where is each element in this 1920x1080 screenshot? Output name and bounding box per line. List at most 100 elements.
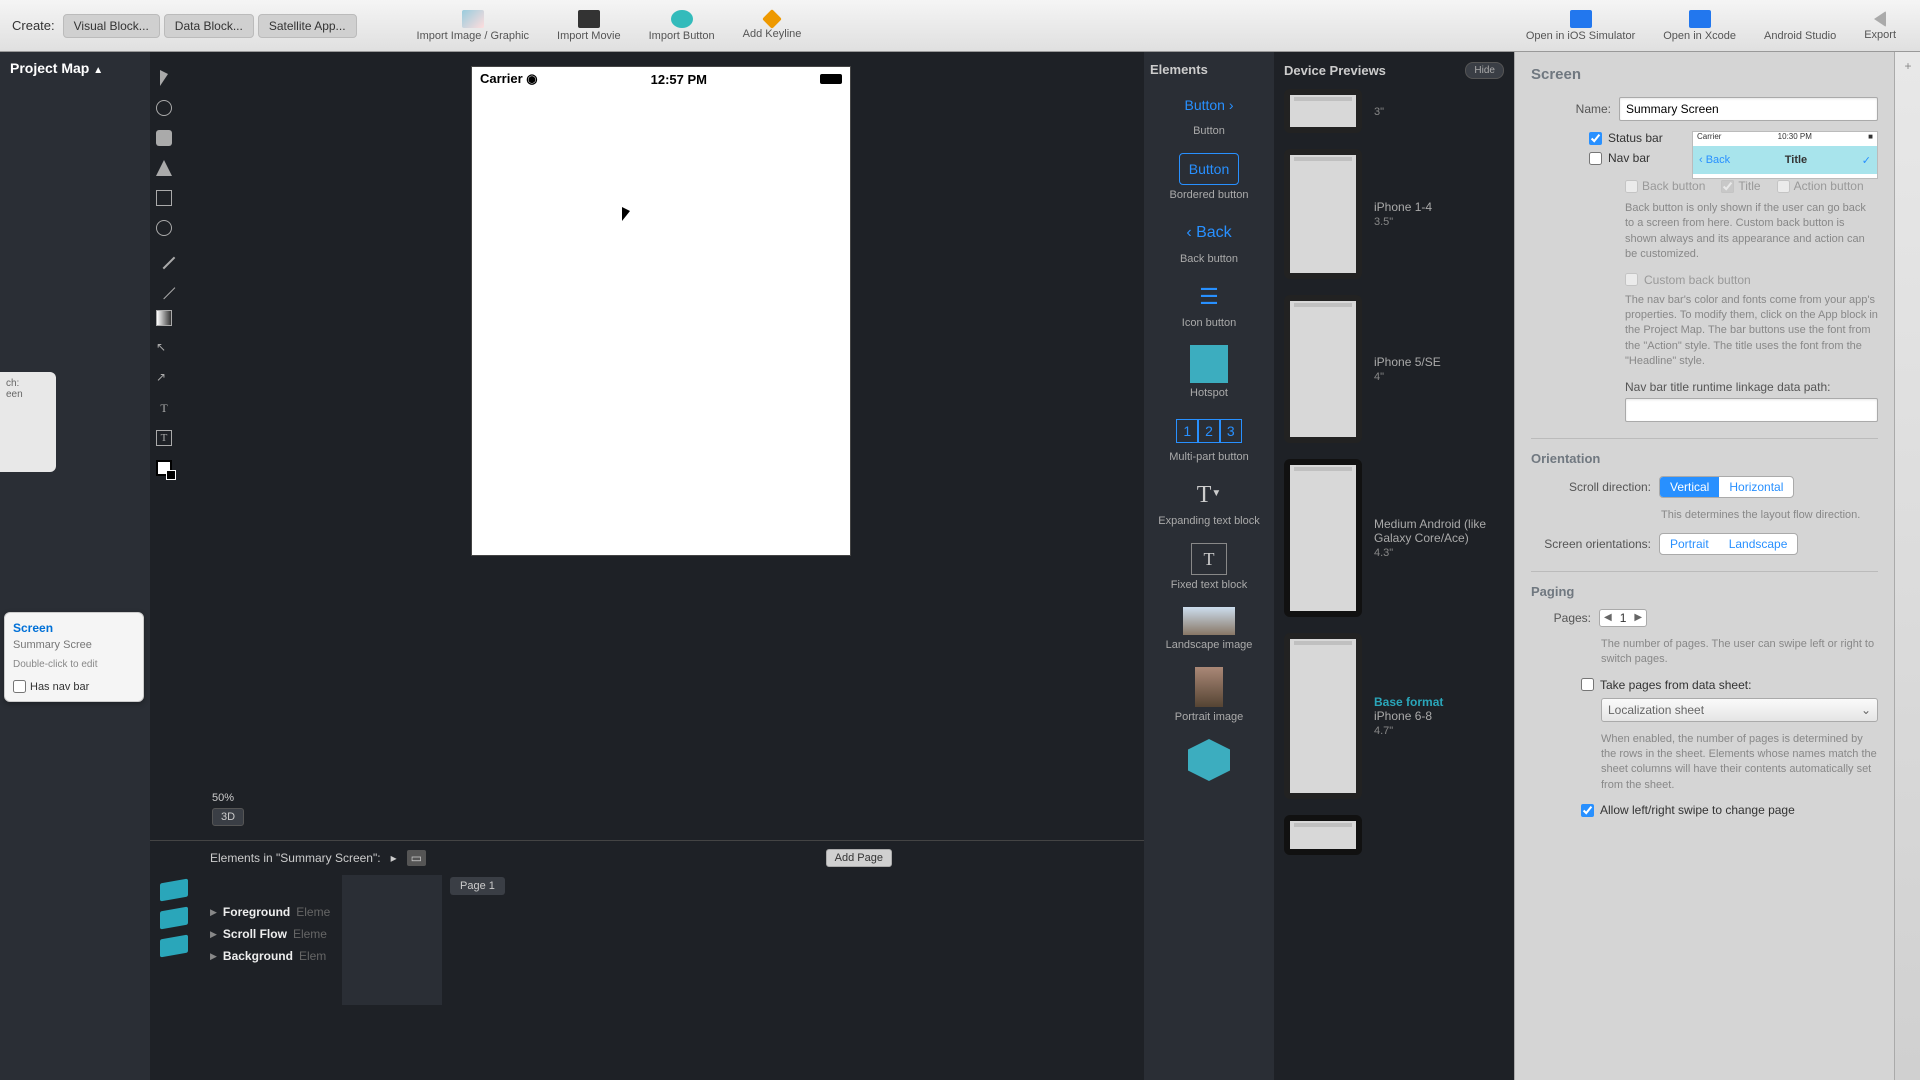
rect-tool-icon[interactable]	[156, 190, 172, 206]
bordered-button-preview-icon: Button	[1179, 153, 1239, 185]
lib-button[interactable]: Button ›Button	[1150, 89, 1268, 137]
lib-landscape-image[interactable]: Landscape image	[1150, 607, 1268, 651]
button-preview-icon: Button ›	[1179, 89, 1239, 121]
sheet-select[interactable]: Localization sheet⌄	[1601, 698, 1878, 722]
ios-simulator-action[interactable]: Open in iOS Simulator	[1526, 10, 1635, 42]
title-checkbox[interactable]: Title	[1721, 179, 1760, 193]
page-tab[interactable]: Page 1	[450, 877, 505, 895]
elements-bottom-panel: Elements in "Summary Screen": ▸ ▭ Add Pa…	[150, 840, 1144, 1080]
help-text: The nav bar's color and fonts come from …	[1625, 293, 1878, 370]
textbox-tool-icon[interactable]: T	[156, 430, 172, 446]
action-button-checkbox[interactable]: Action button	[1777, 179, 1864, 193]
zoom-tool-icon[interactable]	[156, 100, 172, 116]
pen-tool-icon[interactable]	[156, 160, 172, 176]
status-bar-checkbox[interactable]: Status bar	[1589, 131, 1669, 145]
movie-icon	[578, 10, 600, 28]
device-frame-icon	[1284, 89, 1362, 133]
orient-label: Screen orientations:	[1531, 537, 1651, 551]
expanding-text-icon: T▼	[1179, 479, 1239, 511]
export-action[interactable]: Export	[1864, 11, 1896, 41]
device-item[interactable]: 3"	[1284, 89, 1504, 133]
device-item[interactable]: Base formatiPhone 6-84.7"	[1284, 633, 1504, 799]
allow-swipe-checkbox[interactable]: Allow left/right swipe to change page	[1581, 803, 1878, 817]
device-item[interactable]	[1284, 815, 1504, 855]
gradient-tool-icon[interactable]	[156, 310, 172, 326]
lib-hotspot[interactable]: Hotspot	[1150, 345, 1268, 399]
tool-strip: ↖ ↗ T T	[150, 52, 178, 476]
image-icon	[462, 10, 484, 28]
hand-tool-icon[interactable]	[156, 130, 172, 146]
add-page-button[interactable]: Add Page	[826, 849, 892, 867]
xcode-action[interactable]: Open in Xcode	[1663, 10, 1736, 42]
landscape-image-icon	[1183, 607, 1235, 635]
lib-bordered-button[interactable]: ButtonBordered button	[1150, 153, 1268, 201]
screen-card[interactable]: Screen Summary Scree Double-click to edi…	[4, 612, 144, 702]
device-item[interactable]: Medium Android (like Galaxy Core/Ace)4.3…	[1284, 459, 1504, 617]
orientation-segment[interactable]: PortraitLandscape	[1659, 533, 1798, 555]
chevron-right-icon[interactable]: ▶	[1634, 612, 1642, 623]
import-movie-action[interactable]: Import Movie	[557, 10, 621, 42]
custom-back-checkbox[interactable]: Custom back button	[1625, 273, 1878, 287]
back-button-preview-icon: ‹ Back	[1179, 217, 1239, 249]
chevron-left-icon[interactable]: ◀	[1604, 612, 1612, 623]
linkage-input[interactable]	[1625, 398, 1878, 422]
import-button-action[interactable]: Import Button	[649, 10, 715, 42]
right-tab-strip: +	[1894, 52, 1920, 1080]
layer-icon[interactable]	[160, 879, 188, 902]
brush-tool-icon[interactable]	[153, 247, 176, 270]
element-row[interactable]: ▶BackgroundElem	[210, 945, 338, 967]
device-frame-icon	[1284, 815, 1362, 855]
android-studio-action[interactable]: Android Studio	[1764, 10, 1836, 42]
take-pages-checkbox[interactable]: Take pages from data sheet:	[1581, 678, 1878, 692]
pointer-icon[interactable]: ▸	[391, 851, 397, 865]
back-button-checkbox[interactable]: Back button	[1625, 179, 1705, 193]
text-tool-icon[interactable]: T	[156, 400, 172, 416]
color-swatch-icon[interactable]	[156, 460, 172, 476]
device-previews-panel: Device Previews Hide 3" iPhone 1-43.5" i…	[1274, 52, 1514, 1080]
pages-stepper[interactable]: ◀1▶	[1599, 609, 1647, 627]
phone-time: 12:57 PM	[651, 72, 707, 87]
has-navbar-checkbox[interactable]: Has nav bar	[13, 680, 135, 693]
top-toolbar: Create: Visual Block... Data Block... Sa…	[0, 0, 1920, 52]
lib-more[interactable]	[1150, 739, 1268, 785]
phone-frame[interactable]: Carrier ◉ 12:57 PM	[471, 66, 851, 556]
add-keyline-action[interactable]: Add Keyline	[743, 12, 802, 40]
lib-expanding-text[interactable]: T▼Expanding text block	[1150, 479, 1268, 527]
add-tab-icon[interactable]: +	[1900, 58, 1916, 74]
properties-panel: Screen Name: Status bar Nav bar Carrier1…	[1514, 52, 1894, 1080]
arrow2-tool-icon[interactable]: ↗	[156, 370, 172, 386]
device-item[interactable]: iPhone 5/SE4"	[1284, 295, 1504, 443]
xcode-icon	[1689, 10, 1711, 28]
layer-icon[interactable]	[160, 907, 188, 930]
lib-fixed-text[interactable]: TFixed text block	[1150, 543, 1268, 591]
data-block-pill[interactable]: Data Block...	[164, 14, 254, 38]
device-item[interactable]: iPhone 1-43.5"	[1284, 149, 1504, 279]
keyline-icon	[762, 9, 782, 29]
line-tool-icon[interactable]	[153, 277, 176, 300]
help-text: When enabled, the number of pages is det…	[1601, 732, 1878, 794]
screen-card-title: Screen	[13, 621, 135, 635]
content-toggle-icon[interactable]: ▭	[407, 850, 426, 866]
lib-icon-button[interactable]: ☰Icon button	[1150, 281, 1268, 329]
canvas-area[interactable]: Carrier ◉ 12:57 PM 50% 3D	[178, 52, 1144, 840]
ellipse-tool-icon[interactable]	[156, 220, 172, 236]
screen-name-input[interactable]	[1619, 97, 1878, 121]
element-row[interactable]: ▶Scroll FlowEleme	[210, 923, 338, 945]
3d-button[interactable]: 3D	[212, 808, 244, 826]
satellite-app-pill[interactable]: Satellite App...	[258, 14, 357, 38]
visual-block-pill[interactable]: Visual Block...	[63, 14, 160, 38]
lib-multipart[interactable]: 123Multi-part button	[1150, 415, 1268, 463]
lib-back-button[interactable]: ‹ BackBack button	[1150, 217, 1268, 265]
pages-label: Pages:	[1531, 611, 1591, 625]
import-image-action[interactable]: Import Image / Graphic	[417, 10, 530, 42]
device-frame-icon	[1284, 459, 1362, 617]
nav-bar-checkbox[interactable]: Nav bar	[1589, 151, 1669, 165]
screen-card-subtitle: Summary Scree	[13, 639, 135, 651]
layer-icon[interactable]	[160, 935, 188, 958]
pointer-tool-icon[interactable]	[160, 70, 168, 86]
lib-portrait-image[interactable]: Portrait image	[1150, 667, 1268, 723]
hide-button[interactable]: Hide	[1465, 62, 1504, 79]
arrow-tool-icon[interactable]: ↖	[156, 340, 172, 356]
scroll-direction-segment[interactable]: VerticalHorizontal	[1659, 476, 1794, 498]
element-row[interactable]: ▶ForegroundEleme	[210, 901, 338, 923]
